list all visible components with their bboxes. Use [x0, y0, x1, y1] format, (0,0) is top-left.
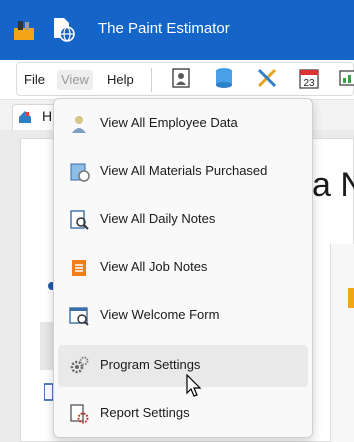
- menu-item-label: View All Employee Data: [100, 115, 238, 130]
- welcome-form-icon: [69, 307, 89, 326]
- menu-item-label: View All Materials Purchased: [100, 163, 268, 178]
- daily-notes-icon: [70, 210, 89, 230]
- home-icon: [19, 111, 31, 123]
- page-heading: a N: [312, 166, 354, 204]
- paint-bucket-icon: [348, 288, 354, 308]
- menu-item-view-welcome-form[interactable]: View Welcome Form: [58, 295, 308, 337]
- mouse-cursor-icon: [186, 374, 202, 397]
- calendar-date: 23: [303, 78, 315, 89]
- side-panel: [330, 244, 354, 442]
- materials-icon: [70, 163, 90, 182]
- chart-icon[interactable]: [338, 66, 354, 90]
- menu-item-view-employee-data[interactable]: View All Employee Data: [58, 103, 308, 145]
- employee-card-icon[interactable]: [170, 66, 192, 90]
- menu-item-label: Report Settings: [100, 405, 190, 420]
- menu-item-view-job-notes[interactable]: View All Job Notes: [58, 247, 308, 289]
- tab-home-label: H: [42, 108, 53, 124]
- job-notes-icon: [72, 260, 86, 276]
- menu-item-view-daily-notes[interactable]: View All Daily Notes: [58, 199, 308, 241]
- web-document-icon[interactable]: [50, 16, 76, 42]
- toolbar-separator: [151, 68, 152, 92]
- menu-item-program-settings[interactable]: Program Settings: [58, 345, 308, 387]
- menu-item-label: View All Job Notes: [100, 259, 208, 274]
- window-title: The Paint Estimator: [98, 20, 230, 37]
- pencil-ruler-icon[interactable]: [256, 66, 278, 90]
- paint-app-icon: [14, 21, 34, 40]
- menu-file[interactable]: File: [24, 70, 45, 90]
- menu-item-label: View All Daily Notes: [100, 211, 216, 226]
- menu-view[interactable]: View: [57, 70, 93, 90]
- report-settings-icon: [70, 404, 89, 424]
- calendar-icon[interactable]: 23: [298, 66, 320, 90]
- gear-icon: [70, 356, 89, 374]
- menu-item-label: View Welcome Form: [100, 307, 220, 322]
- menu-item-label: Program Settings: [100, 357, 201, 372]
- database-icon[interactable]: [213, 66, 235, 90]
- menu-item-report-settings[interactable]: Report Settings: [58, 393, 308, 435]
- menu-help[interactable]: Help: [107, 70, 134, 90]
- menu-item-view-materials[interactable]: View All Materials Purchased: [58, 151, 308, 193]
- employee-data-icon: [72, 116, 86, 133]
